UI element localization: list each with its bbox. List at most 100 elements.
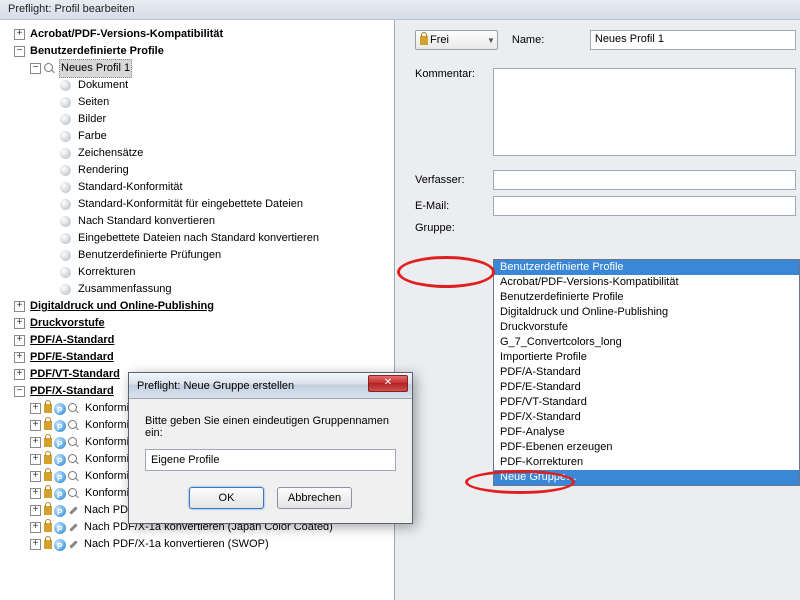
profile-icon (54, 471, 66, 483)
tree-item[interactable]: Eingebettete Dateien nach Standard konve… (14, 230, 392, 247)
profile-icon (54, 403, 66, 415)
expand-icon[interactable]: + (30, 403, 41, 414)
dropdown-option[interactable]: Digitaldruck und Online-Publishing (494, 305, 799, 320)
dropdown-option[interactable]: PDF-Analyse (494, 425, 799, 440)
dropdown-option[interactable]: PDF-Korrekturen (494, 455, 799, 470)
expand-icon[interactable]: + (14, 352, 25, 363)
expand-icon[interactable]: + (14, 335, 25, 346)
tree-item[interactable]: Standard-Konformität (14, 179, 392, 196)
expand-icon[interactable]: + (30, 437, 41, 448)
lock-icon (44, 506, 52, 515)
dropdown-option[interactable]: PDF/X-Standard (494, 410, 799, 425)
profile-icon (54, 420, 66, 432)
magnifier-icon (68, 403, 80, 415)
tree-item[interactable]: Nach Standard konvertieren (14, 213, 392, 230)
bullet-icon (60, 182, 71, 193)
tree-item[interactable]: Standard-Konformität für eingebettete Da… (14, 196, 392, 213)
dropdown-option[interactable]: Benutzerdefinierte Profile (494, 290, 799, 305)
tree-group[interactable]: −Benutzerdefinierte Profile (14, 43, 392, 60)
tree-group[interactable]: +Digitaldruck und Online-Publishing (14, 298, 392, 315)
bullet-icon (60, 131, 71, 142)
dropdown-option[interactable]: Acrobat/PDF-Versions-Kompatibilität (494, 275, 799, 290)
email-label: E-Mail: (415, 200, 493, 212)
tree-item[interactable]: Seiten (14, 94, 392, 111)
tree-group[interactable]: +Acrobat/PDF-Versions-Kompatibilität (14, 26, 392, 43)
tree-group[interactable]: +PDF/E-Standard (14, 349, 392, 366)
tree-group[interactable]: +Druckvorstufe (14, 315, 392, 332)
expand-icon[interactable]: + (30, 505, 41, 516)
dialog-prompt: Bitte geben Sie einen eindeutigen Gruppe… (145, 415, 396, 439)
profile-icon (54, 522, 66, 534)
tree-item[interactable]: Dokument (14, 77, 392, 94)
lock-dropdown[interactable]: Frei▼ (415, 30, 498, 50)
expand-icon[interactable]: + (30, 488, 41, 499)
collapse-icon[interactable]: − (14, 386, 25, 397)
dropdown-option[interactable]: Importierte Profile (494, 350, 799, 365)
dropdown-option-new-group[interactable]: Neue Gruppe… (494, 470, 799, 485)
collapse-icon[interactable]: − (30, 63, 41, 74)
dropdown-option[interactable]: Benutzerdefinierte Profile (494, 260, 799, 275)
tree-item[interactable]: Bilder (14, 111, 392, 128)
email-input[interactable] (493, 196, 796, 216)
profile-icon (54, 454, 66, 466)
bullet-icon (60, 97, 71, 108)
profile-icon (54, 488, 66, 500)
expand-icon[interactable]: + (30, 420, 41, 431)
name-input[interactable]: Neues Profil 1 (590, 30, 796, 50)
lock-icon (44, 472, 52, 481)
collapse-icon[interactable]: − (14, 46, 25, 57)
lock-icon (44, 421, 52, 430)
tree-item[interactable]: Korrekturen (14, 264, 392, 281)
tree-group[interactable]: +PDF/A-Standard (14, 332, 392, 349)
lock-icon (44, 489, 52, 498)
profile-icon (54, 505, 66, 517)
author-label: Verfasser: (415, 174, 493, 186)
expand-icon[interactable]: + (30, 539, 41, 550)
tree-item[interactable]: Benutzerdefinierte Prüfungen (14, 247, 392, 264)
dropdown-option[interactable]: PDF-Ebenen erzeugen (494, 440, 799, 455)
lock-icon (44, 455, 52, 464)
new-group-dialog: Preflight: Neue Gruppe erstellen ✕ Bitte… (128, 372, 413, 524)
magnifier-icon (68, 488, 80, 500)
dialog-titlebar[interactable]: Preflight: Neue Gruppe erstellen ✕ (129, 373, 412, 399)
close-button[interactable]: ✕ (368, 375, 408, 392)
tree-profile[interactable]: +Nach PDF/X-1a konvertieren (SWOP) (14, 536, 392, 553)
lock-icon (44, 540, 52, 549)
group-dropdown-list[interactable]: Benutzerdefinierte Profile Acrobat/PDF-V… (493, 259, 800, 486)
ok-button[interactable]: OK (189, 487, 264, 509)
dropdown-option[interactable]: Druckvorstufe (494, 320, 799, 335)
wrench-icon (68, 505, 79, 516)
tree-item[interactable]: Zeichensätze (14, 145, 392, 162)
tree-item[interactable]: Farbe (14, 128, 392, 145)
dropdown-option[interactable]: PDF/E-Standard (494, 380, 799, 395)
expand-icon[interactable]: + (14, 29, 25, 40)
tree-profile[interactable]: −Neues Profil 1 (14, 60, 392, 77)
magnifier-icon (68, 437, 80, 449)
dropdown-option[interactable]: G_7_Convertcolors_long (494, 335, 799, 350)
expand-icon[interactable]: + (30, 471, 41, 482)
profile-icon (54, 437, 66, 449)
profile-form: Frei▼ Name: Neues Profil 1 Kommentar: Ve… (395, 20, 800, 600)
tree-item[interactable]: Zusammenfassung (14, 281, 392, 298)
expand-icon[interactable]: + (30, 522, 41, 533)
expand-icon[interactable]: + (30, 454, 41, 465)
dropdown-option[interactable]: PDF/VT-Standard (494, 395, 799, 410)
expand-icon[interactable]: + (14, 369, 25, 380)
group-name-input[interactable] (145, 449, 396, 471)
cancel-button[interactable]: Abbrechen (277, 487, 352, 509)
tree-item[interactable]: Rendering (14, 162, 392, 179)
lock-icon (44, 404, 52, 413)
lock-icon (44, 523, 52, 532)
comment-textarea[interactable] (493, 68, 796, 156)
dialog-title: Preflight: Neue Gruppe erstellen (137, 380, 294, 392)
expand-icon[interactable]: + (14, 318, 25, 329)
dropdown-option[interactable]: PDF/A-Standard (494, 365, 799, 380)
expand-icon[interactable]: + (14, 301, 25, 312)
wrench-icon (68, 539, 79, 550)
lock-icon (44, 438, 52, 447)
group-label: Gruppe: (415, 222, 493, 234)
magnifier-icon (68, 471, 80, 483)
profile-icon (54, 539, 66, 551)
author-input[interactable] (493, 170, 796, 190)
name-label: Name: (512, 34, 590, 46)
